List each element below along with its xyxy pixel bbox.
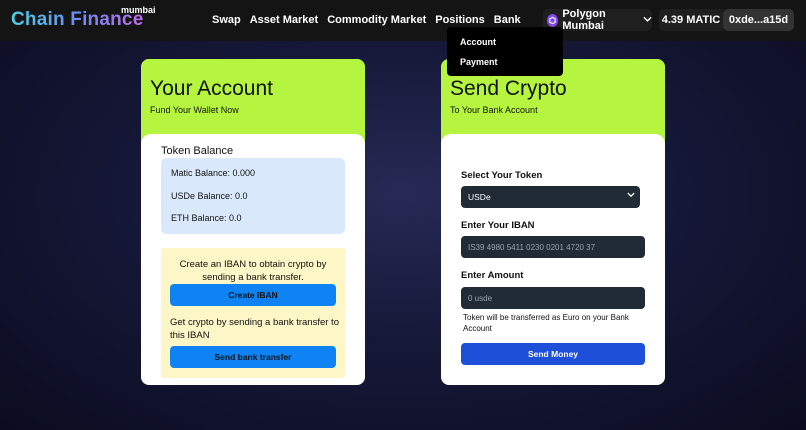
- card-subtitle: Fund Your Wallet Now: [150, 105, 239, 115]
- nav-swap[interactable]: Swap: [212, 14, 241, 26]
- card-title: Send Crypto: [450, 77, 567, 100]
- token-select[interactable]: USDe: [461, 186, 640, 208]
- balance-box: Matic Balance: 0.000 USDe Balance: 0.0 E…: [161, 158, 345, 234]
- send-crypto-card: Send Crypto To Your Bank Account Select …: [441, 59, 665, 385]
- usde-balance: USDe Balance: 0.0: [171, 191, 248, 201]
- card-title: Your Account: [150, 77, 273, 100]
- send-money-button[interactable]: Send Money: [461, 343, 645, 365]
- card-header: Your Account Fund Your Wallet Now: [141, 59, 365, 154]
- iban-box: Create an IBAN to obtain crypto by sendi…: [161, 248, 345, 378]
- nav-positions[interactable]: Positions: [435, 14, 485, 26]
- token-balance-label: Token Balance: [161, 145, 234, 157]
- chevron-down-icon: [643, 14, 652, 26]
- chevron-down-icon: [627, 192, 635, 200]
- iban-prompt: Create an IBAN to obtain crypto by sendi…: [179, 259, 327, 283]
- iban-input[interactable]: [461, 236, 645, 258]
- eth-balance: ETH Balance: 0.0: [171, 213, 242, 223]
- nav-commodity-market[interactable]: Commodity Market: [327, 14, 426, 26]
- card-subtitle: To Your Bank Account: [450, 105, 538, 115]
- create-iban-button[interactable]: Create IBAN: [170, 284, 336, 306]
- top-navbar: Chain Finance mumbai Swap Asset Market C…: [0, 0, 806, 41]
- transfer-note: Token will be transferred as Euro on you…: [463, 313, 629, 333]
- iban-label: Enter Your IBAN: [461, 220, 535, 231]
- token-select-value: USDe: [468, 192, 491, 202]
- bank-dropdown-menu: Account Payment: [447, 27, 563, 76]
- network-tag: mumbai: [121, 5, 156, 15]
- polygon-icon: [547, 13, 559, 27]
- account-button[interactable]: 0xde...a15d: [723, 9, 794, 31]
- nav-asset-market[interactable]: Asset Market: [250, 14, 318, 26]
- main-nav: Swap Asset Market Commodity Market Posit…: [212, 14, 521, 26]
- matic-balance: Matic Balance: 0.000: [171, 168, 256, 178]
- transfer-prompt: Get crypto by sending a bank transfer to…: [170, 317, 339, 341]
- token-select-label: Select Your Token: [461, 170, 543, 181]
- amount-label: Enter Amount: [461, 270, 524, 281]
- send-bank-transfer-button[interactable]: Send bank transfer: [170, 346, 336, 368]
- account-card: Your Account Fund Your Wallet Now Token …: [141, 59, 365, 385]
- wallet-balance[interactable]: 4.39 MATIC: [659, 9, 723, 31]
- amount-input[interactable]: [461, 287, 645, 309]
- menu-item-payment[interactable]: Payment: [460, 57, 498, 67]
- nav-bank[interactable]: Bank: [494, 14, 521, 26]
- menu-item-account[interactable]: Account: [460, 37, 496, 47]
- chain-name: Polygon Mumbai: [562, 8, 606, 32]
